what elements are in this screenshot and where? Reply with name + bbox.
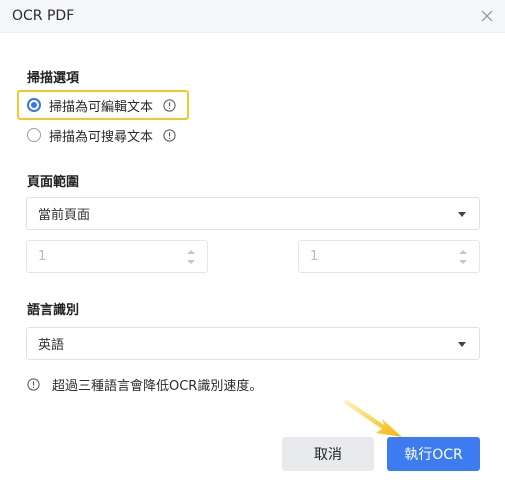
language-note: 超過三種語言會降低OCR識別速度。 — [27, 375, 262, 394]
info-icon — [27, 378, 40, 391]
close-icon — [481, 10, 493, 22]
stepper-arrows-icon[interactable] — [187, 250, 195, 266]
scan-searchable-option[interactable]: 掃描為可搜尋文本 — [27, 124, 176, 146]
radio-searchable[interactable] — [27, 128, 41, 142]
radio-editable[interactable] — [27, 98, 41, 112]
run-ocr-button[interactable]: 執行OCR — [387, 437, 480, 471]
page-range-select[interactable]: 當前頁面 — [26, 197, 480, 230]
info-icon[interactable] — [163, 128, 176, 142]
language-label: 語言識別 — [27, 303, 80, 318]
stepper-arrows-icon[interactable] — [459, 250, 467, 266]
page-from-stepper[interactable]: 1 — [26, 240, 208, 273]
close-button[interactable] — [475, 4, 499, 28]
page-from-value: 1 — [38, 249, 47, 264]
page-range-label: 頁面範圍 — [27, 175, 80, 190]
page-to-stepper[interactable]: 1 — [298, 240, 480, 273]
note-text: 超過三種語言會降低OCR識別速度。 — [52, 379, 263, 394]
language-select[interactable]: 英語 — [26, 327, 480, 360]
ocr-pdf-dialog: OCR PDF 掃描選項 掃描為可編輯文本 掃描為可搜尋文本 頁面範圍 當前頁面… — [0, 0, 505, 500]
scan-searchable-label: 掃描為可搜尋文本 — [49, 129, 154, 145]
cancel-button[interactable]: 取消 — [282, 437, 374, 471]
scan-editable-option[interactable]: 掃描為可編輯文本 — [27, 94, 176, 116]
scan-editable-label: 掃描為可編輯文本 — [49, 99, 154, 115]
dialog-title: OCR PDF — [12, 8, 75, 24]
scan-options-label: 掃描選項 — [27, 71, 80, 86]
chevron-down-icon — [458, 212, 466, 217]
page-range-value: 當前頁面 — [38, 208, 91, 223]
language-value: 英語 — [38, 338, 65, 353]
info-icon[interactable] — [163, 98, 176, 112]
page-to-value: 1 — [310, 249, 319, 264]
chevron-down-icon — [458, 342, 466, 347]
title-bar: OCR PDF — [0, 0, 505, 33]
